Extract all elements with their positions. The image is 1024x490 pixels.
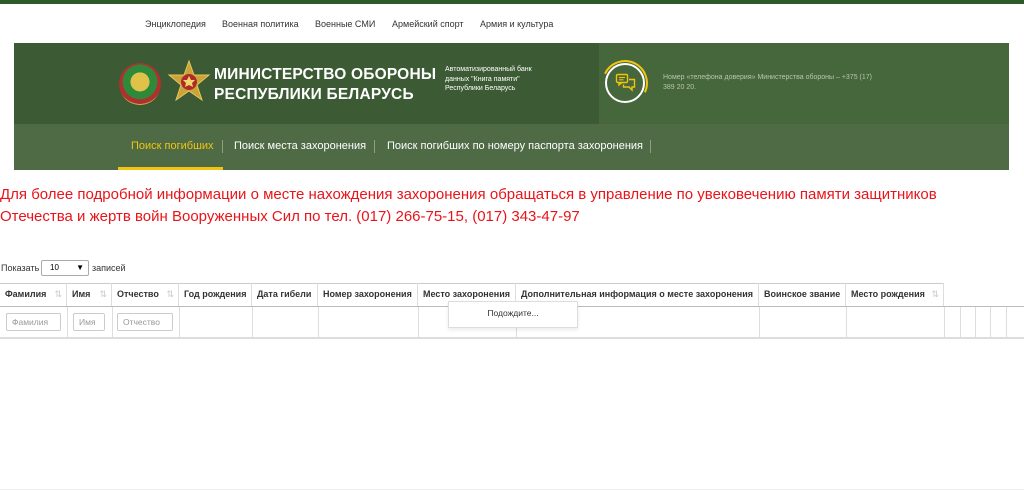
site-header-banner: МИНИСТЕРСТВО ОБОРОНЫ РЕСПУБЛИКИ БЕЛАРУСЬ… xyxy=(14,43,1009,124)
menu-item-search-fallen[interactable]: Поиск погибших xyxy=(131,140,214,152)
sort-icon: ⇅ xyxy=(166,289,174,299)
chevron-down-icon: ▼ xyxy=(76,263,84,272)
column-header-birth-year[interactable]: Год рождения xyxy=(179,283,252,306)
column-divider xyxy=(418,307,419,337)
column-header-death-date[interactable]: Дата гибели xyxy=(252,283,318,306)
ministry-title[interactable]: МИНИСТЕРСТВО ОБОРОНЫ РЕСПУБЛИКИ БЕЛАРУСЬ xyxy=(214,65,436,105)
ministry-title-line2: РЕСПУБЛИКИ БЕЛАРУСЬ xyxy=(214,86,414,103)
menu-item-search-by-passport[interactable]: Поиск погибших по номеру паспорта захоро… xyxy=(387,140,643,152)
processing-indicator: Подождите... xyxy=(448,301,578,328)
column-header-label: Дата гибели xyxy=(257,289,312,299)
database-description: Автоматизированный банк данных "Книга па… xyxy=(445,66,532,92)
page-length-select[interactable]: 10 ▼ xyxy=(41,260,89,276)
column-header-label: Фамилия xyxy=(5,289,47,299)
column-divider xyxy=(975,307,976,337)
column-divider xyxy=(112,307,113,337)
menu-separator xyxy=(650,140,651,153)
column-divider xyxy=(990,307,991,337)
active-menu-underline xyxy=(118,167,223,170)
page-length-value: 10 xyxy=(50,263,59,272)
column-divider xyxy=(179,307,180,337)
column-header-patronymic[interactable]: Отчество ⇅ xyxy=(112,283,179,306)
ministry-title-line1: МИНИСТЕРСТВО ОБОРОНЫ xyxy=(214,66,437,83)
nav-link-army-culture[interactable]: Армия и культура xyxy=(480,19,553,29)
menu-separator xyxy=(222,140,223,153)
column-divider xyxy=(252,307,253,337)
show-label: Показать xyxy=(1,263,40,273)
column-header-label: Отчество xyxy=(117,289,159,299)
trust-phone-text: Номер «телефона доверия» Министерства об… xyxy=(663,74,872,91)
state-emblem-icon[interactable] xyxy=(119,63,161,105)
column-divider xyxy=(759,307,760,337)
column-header-name[interactable]: Имя ⇅ xyxy=(67,283,112,306)
chat-bubbles-icon xyxy=(605,63,645,103)
nav-link-army-sport[interactable]: Армейский спорт xyxy=(392,19,464,29)
column-header-burial-number[interactable]: Номер захоронения xyxy=(318,283,418,306)
nav-link-military-media[interactable]: Военные СМИ xyxy=(315,19,375,29)
column-divider xyxy=(960,307,961,337)
column-header-birth-place[interactable]: Место рождения ⇅ xyxy=(846,283,944,306)
column-divider xyxy=(944,307,945,337)
contact-notice: Для более подробной информации о месте н… xyxy=(0,186,937,225)
surname-filter-input[interactable]: Фамилия xyxy=(6,313,61,331)
column-header-label: Место рождения xyxy=(851,289,925,299)
main-menu: Поиск погибших Поиск места захоронения П… xyxy=(14,124,1009,170)
sort-icon: ⇅ xyxy=(99,289,107,299)
column-header-label: Имя xyxy=(72,289,91,299)
column-header-label: Место захоронения xyxy=(423,289,510,299)
patronymic-filter-input[interactable]: Отчество xyxy=(117,313,173,331)
column-header-label: Номер захоронения xyxy=(323,289,412,299)
column-divider xyxy=(318,307,319,337)
menu-item-search-burial-place[interactable]: Поиск места захоронения xyxy=(234,140,366,152)
column-header-rank[interactable]: Воинское звание xyxy=(759,283,846,306)
records-label: записей xyxy=(92,263,126,273)
name-filter-input[interactable]: Имя xyxy=(73,313,105,331)
column-header-surname[interactable]: Фамилия ⇅ xyxy=(0,283,67,306)
menu-separator xyxy=(374,140,375,153)
column-divider xyxy=(67,307,68,337)
top-navigation: Энциклопедия Военная политика Военные СМ… xyxy=(0,4,1024,42)
column-divider xyxy=(1006,307,1007,337)
column-divider xyxy=(846,307,847,337)
column-header-label: Дополнительная информация о месте захоро… xyxy=(521,289,753,299)
column-header-label: Год рождения xyxy=(184,289,247,299)
sort-icon: ⇅ xyxy=(54,289,62,299)
ministry-star-icon[interactable] xyxy=(166,59,212,105)
nav-link-encyclopedia[interactable]: Энциклопедия xyxy=(145,19,206,29)
table-bottom-border xyxy=(0,337,1024,339)
sort-icon: ⇅ xyxy=(931,289,939,299)
nav-link-military-policy[interactable]: Военная политика xyxy=(222,19,299,29)
column-header-label: Воинское звание xyxy=(764,289,841,299)
